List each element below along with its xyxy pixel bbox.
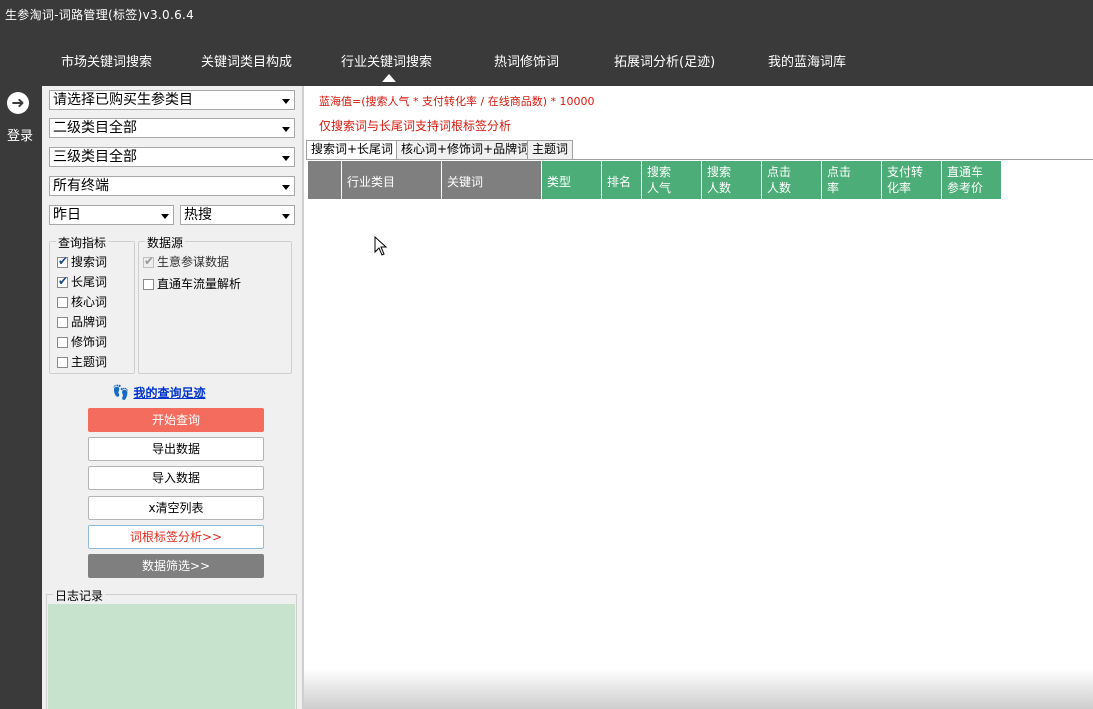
column-header-clickers[interactable]: 点击 人数: [762, 161, 822, 199]
date-select-value: 昨日: [53, 207, 81, 223]
checkbox-icon: [57, 357, 68, 368]
tab-core-modifier-brand[interactable]: 核心词+修饰词+品牌词: [396, 140, 535, 159]
column-header-index[interactable]: [308, 161, 342, 199]
chevron-down-icon: [282, 185, 290, 190]
bottom-shadow: [304, 669, 1093, 709]
search-type-select[interactable]: 热搜: [180, 205, 295, 225]
app-title: 生参淘词-词路管理(标签)v3.0.6.4: [5, 8, 195, 22]
level2-category-select[interactable]: 二级类目全部: [49, 118, 295, 138]
login-arrow-icon[interactable]: ➜: [7, 92, 29, 114]
checkbox-theme-words[interactable]: 主题词: [57, 353, 107, 370]
nav-expansion-analysis[interactable]: 拓展词分析(足迹): [614, 51, 715, 70]
footprint-icon: 👣: [112, 385, 130, 401]
column-header-search-popularity[interactable]: 搜索 人气: [642, 161, 702, 199]
checkbox-label: 核心词: [71, 295, 108, 309]
chevron-down-icon: [282, 214, 290, 219]
column-header-keyword[interactable]: 关键词: [442, 161, 542, 199]
level2-select-value: 二级类目全部: [53, 120, 137, 136]
login-label[interactable]: 登录: [7, 125, 33, 144]
left-strip: [0, 86, 42, 709]
date-select[interactable]: 昨日: [49, 205, 174, 225]
checkbox-core-words[interactable]: 核心词: [57, 293, 107, 310]
root-tag-analysis-button[interactable]: 词根标签分析>>: [88, 525, 264, 549]
column-header-label: 行业类目: [347, 175, 396, 189]
chevron-down-icon: [161, 214, 169, 219]
export-data-button[interactable]: 导出数据: [88, 437, 264, 461]
chevron-down-icon: [282, 127, 290, 132]
checkbox-business-advisor-data: 生意参谋数据: [143, 253, 229, 270]
query-footprint: 👣 我的查询足迹: [112, 384, 205, 401]
checkbox-icon: [143, 279, 154, 290]
checkbox-icon: [57, 337, 68, 348]
checkbox-ztc-traffic-analysis[interactable]: 直通车流量解析: [143, 275, 241, 292]
import-data-button[interactable]: 导入数据: [88, 466, 264, 490]
checkbox-modifier-words[interactable]: 修饰词: [57, 333, 107, 350]
column-header-category[interactable]: 行业类目: [342, 161, 442, 199]
start-query-button[interactable]: 开始查询: [88, 408, 264, 432]
top-nav: 市场关键词搜索 关键词类目构成 行业关键词搜索 热词修饰词 拓展词分析(足迹) …: [0, 26, 1093, 86]
chevron-down-icon: [282, 156, 290, 161]
analysis-note: 仅搜索词与长尾词支持词根标签分析: [319, 119, 512, 133]
data-filter-button[interactable]: 数据筛选>>: [88, 554, 264, 578]
checkbox-label: 修饰词: [71, 335, 108, 349]
category-select-value: 请选择已购买生参类目: [53, 92, 193, 108]
checkbox-checked-icon: [57, 254, 68, 268]
level3-select-value: 三级类目全部: [53, 149, 137, 165]
checkbox-checked-icon: [57, 274, 68, 288]
tab-theme-words[interactable]: 主题词: [527, 140, 574, 159]
nav-hot-modifier-words[interactable]: 热词修饰词: [494, 51, 559, 70]
column-header-rank[interactable]: 排名: [602, 161, 642, 199]
query-metrics-title: 查询指标: [56, 234, 109, 251]
checkbox-label: 生意参谋数据: [157, 255, 230, 269]
column-header-label: 搜索 人气: [647, 165, 672, 195]
column-header-label: 支付转 化率: [887, 165, 924, 195]
checkbox-checked-icon: [143, 254, 154, 268]
column-header-label: 点击 人数: [767, 165, 792, 195]
column-header-label: 类型: [547, 175, 572, 189]
nav-keyword-category-composition[interactable]: 关键词类目构成: [201, 51, 292, 70]
data-source-title: 数据源: [145, 234, 186, 251]
column-header-label: 排名: [607, 175, 632, 189]
blue-ocean-formula: 蓝海值=(搜索人气 * 支付转化率 / 在线商品数) * 10000: [319, 95, 595, 108]
column-header-searchers[interactable]: 搜索 人数: [702, 161, 762, 199]
title-bar: 生参淘词-词路管理(标签)v3.0.6.4: [0, 0, 1093, 26]
log-area[interactable]: [48, 604, 295, 709]
mouse-cursor-icon: [374, 236, 388, 256]
tab-search-longtail[interactable]: 搜索词+长尾词: [306, 140, 399, 160]
column-header-label: 直通车 参考价: [947, 165, 984, 195]
checkbox-icon: [57, 317, 68, 328]
column-header-label: 搜索 人数: [707, 165, 732, 195]
footprint-link[interactable]: 我的查询足迹: [133, 386, 205, 400]
checkbox-label: 搜索词: [71, 255, 108, 269]
terminal-select-value: 所有终端: [53, 178, 109, 194]
clear-list-button[interactable]: x清空列表: [88, 496, 264, 520]
checkbox-longtail-words[interactable]: 长尾词: [57, 273, 107, 290]
checkbox-label: 长尾词: [71, 275, 108, 289]
nav-my-blue-ocean-library[interactable]: 我的蓝海词库: [768, 51, 846, 70]
column-header-label: 点击 率: [827, 165, 852, 195]
column-header-label: 关键词: [447, 175, 484, 189]
checkbox-label: 直通车流量解析: [157, 277, 242, 291]
column-header-ctr[interactable]: 点击 率: [822, 161, 882, 199]
tab-baseline: [306, 159, 1093, 160]
checkbox-brand-words[interactable]: 品牌词: [57, 313, 107, 330]
category-select[interactable]: 请选择已购买生参类目: [49, 90, 295, 110]
nav-industry-keyword-search[interactable]: 行业关键词搜索: [341, 51, 432, 70]
terminal-select[interactable]: 所有终端: [49, 176, 295, 196]
column-header-ztc-price[interactable]: 直通车 参考价: [942, 161, 1002, 199]
checkbox-label: 品牌词: [71, 315, 108, 329]
checkbox-label: 主题词: [71, 355, 108, 369]
log-title: 日志记录: [53, 587, 106, 604]
checkbox-icon: [57, 297, 68, 308]
level3-category-select[interactable]: 三级类目全部: [49, 147, 295, 167]
search-type-select-value: 热搜: [184, 207, 212, 223]
chevron-down-icon: [282, 99, 290, 104]
column-header-type[interactable]: 类型: [542, 161, 602, 199]
nav-market-keyword-search[interactable]: 市场关键词搜索: [61, 51, 152, 70]
column-header-conversion-rate[interactable]: 支付转 化率: [882, 161, 942, 199]
checkbox-search-words[interactable]: 搜索词: [57, 253, 107, 270]
active-tab-caret-icon: [382, 74, 396, 82]
